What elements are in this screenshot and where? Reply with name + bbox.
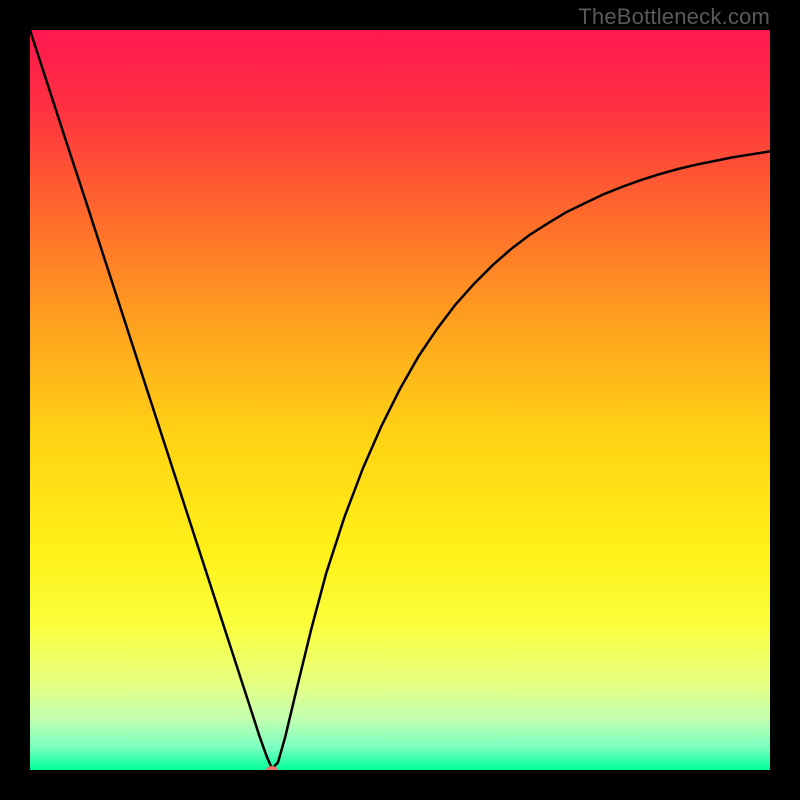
watermark-text: TheBottleneck.com: [578, 4, 770, 30]
chart-plot: [30, 30, 770, 770]
chart-background: [30, 30, 770, 770]
chart-frame: [30, 30, 770, 770]
